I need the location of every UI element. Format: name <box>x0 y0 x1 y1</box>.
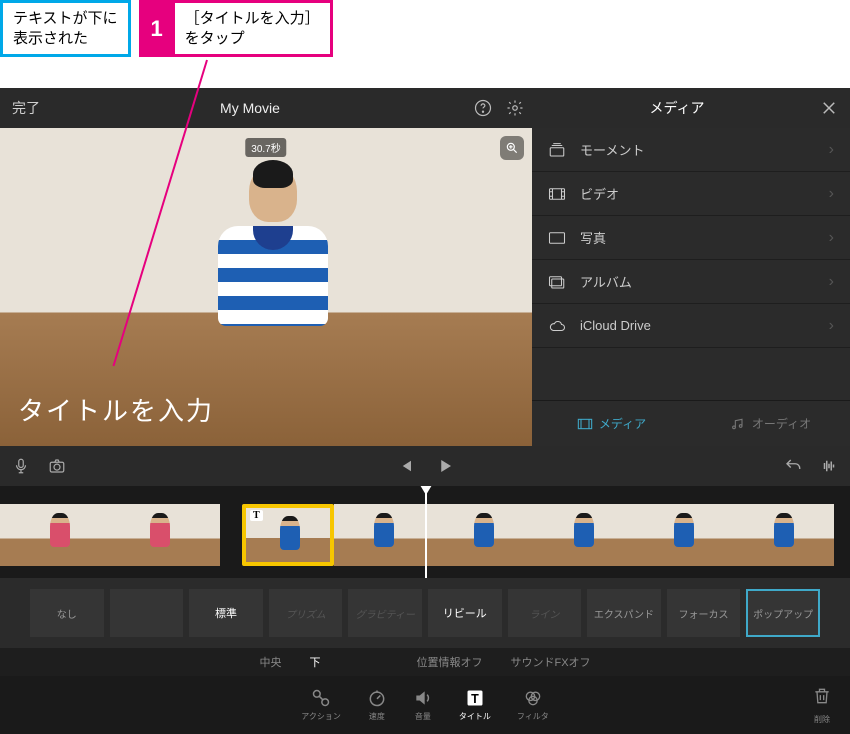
media-item-label: iCloud Drive <box>580 318 651 333</box>
play-icon[interactable] <box>436 457 454 475</box>
title-style-gravity[interactable]: グラビティー <box>348 589 422 637</box>
media-item-album[interactable]: アルバム › <box>532 260 850 304</box>
tool-label: タイトル <box>459 711 491 722</box>
project-title: My Movie <box>220 100 280 116</box>
callout-step-text: ［タイトルを入力］ をタップ <box>175 0 333 57</box>
chevron-right-icon: › <box>829 317 834 335</box>
chevron-right-icon: › <box>829 141 834 159</box>
title-style-standard[interactable]: 標準 <box>189 589 263 637</box>
title-style-line[interactable]: ライン <box>508 589 582 637</box>
title-style-expand[interactable]: エクスパンド <box>587 589 661 637</box>
media-item-moments[interactable]: モーメント › <box>532 128 850 172</box>
title-style-prism[interactable]: プリズム <box>269 589 343 637</box>
chevron-right-icon: › <box>829 273 834 291</box>
soundfx-toggle[interactable]: サウンドFXオフ <box>510 654 590 670</box>
video-preview[interactable]: 30.7秒 タイトルを入力 <box>0 128 532 446</box>
skip-start-icon[interactable] <box>396 457 414 475</box>
tool-label: フィルタ <box>517 711 549 722</box>
duration-badge: 30.7秒 <box>245 138 286 157</box>
media-item-icloud[interactable]: iCloud Drive › <box>532 304 850 348</box>
tab-audio[interactable]: オーディオ <box>691 401 850 446</box>
media-item-label: ビデオ <box>580 184 619 203</box>
tool-label: 速度 <box>369 711 385 722</box>
callout-step-1: 1 ［タイトルを入力］ をタップ <box>139 0 333 57</box>
voiceover-icon[interactable] <box>12 457 30 475</box>
callout-step-number: 1 <box>139 0 175 57</box>
help-icon[interactable] <box>474 99 492 117</box>
close-media-icon[interactable] <box>820 99 838 117</box>
media-panel-title: メディア <box>548 98 806 118</box>
position-center[interactable]: 中央 <box>259 654 281 670</box>
media-item-label: 写真 <box>580 228 606 247</box>
timeline[interactable]: T <box>0 486 850 578</box>
top-bar: 完了 My Movie メディア <box>0 88 850 128</box>
tool-filter[interactable]: フィルタ <box>517 688 549 722</box>
imovie-app: 完了 My Movie メディア 30.7秒 タイトルを入力 <box>0 88 850 702</box>
media-item-label: モーメント <box>580 140 644 159</box>
camera-icon[interactable] <box>48 457 66 475</box>
settings-icon[interactable] <box>506 99 524 117</box>
media-item-photo[interactable]: 写真 › <box>532 216 850 260</box>
chevron-right-icon: › <box>829 229 834 247</box>
title-style-1[interactable] <box>110 589 184 637</box>
tool-label: 音量 <box>415 711 431 722</box>
undo-icon[interactable] <box>784 457 802 475</box>
title-style-row: なし 標準 プリズム グラビティー リビール ライン エクスパンド フォーカス … <box>0 578 850 648</box>
title-style-popup[interactable]: ポップアップ <box>746 589 820 637</box>
location-toggle[interactable]: 位置情報オフ <box>416 654 482 670</box>
waveform-icon[interactable] <box>820 457 838 475</box>
tool-speed[interactable]: 速度 <box>367 688 387 722</box>
title-text-overlay[interactable]: タイトルを入力 <box>18 391 214 428</box>
svg-text:T: T <box>471 692 479 706</box>
position-bottom[interactable]: 下 <box>309 654 320 670</box>
media-item-label: アルバム <box>580 272 632 291</box>
callout-text-displayed: テキストが下に 表示された <box>0 0 131 57</box>
zoom-icon[interactable] <box>500 136 524 160</box>
title-options-row: 中央 下 位置情報オフ サウンドFXオフ <box>0 648 850 676</box>
done-button[interactable]: 完了 <box>12 98 40 118</box>
title-badge: T <box>250 510 263 521</box>
tool-action[interactable]: アクション <box>301 688 341 722</box>
selected-clip[interactable]: T <box>242 504 334 566</box>
media-item-video[interactable]: ビデオ › <box>532 172 850 216</box>
media-panel: モーメント › ビデオ › 写真 › アルバム › <box>532 128 850 446</box>
playhead[interactable] <box>425 486 427 578</box>
bottom-toolbar: アクション 速度 音量 T タイトル フィルタ 削除 <box>0 676 850 734</box>
tab-label: メディア <box>599 415 646 432</box>
tool-title[interactable]: T タイトル <box>459 688 491 722</box>
chevron-right-icon: › <box>829 185 834 203</box>
tool-volume[interactable]: 音量 <box>413 688 433 722</box>
delete-label: 削除 <box>812 714 832 725</box>
tool-label: アクション <box>301 711 341 722</box>
transport-bar <box>0 446 850 486</box>
tab-media[interactable]: メディア <box>532 401 691 446</box>
tab-label: オーディオ <box>752 415 811 432</box>
title-style-focus[interactable]: フォーカス <box>667 589 741 637</box>
title-style-reveal[interactable]: リビール <box>428 589 502 637</box>
title-style-none[interactable]: なし <box>30 589 104 637</box>
delete-button[interactable]: 削除 <box>812 685 832 725</box>
